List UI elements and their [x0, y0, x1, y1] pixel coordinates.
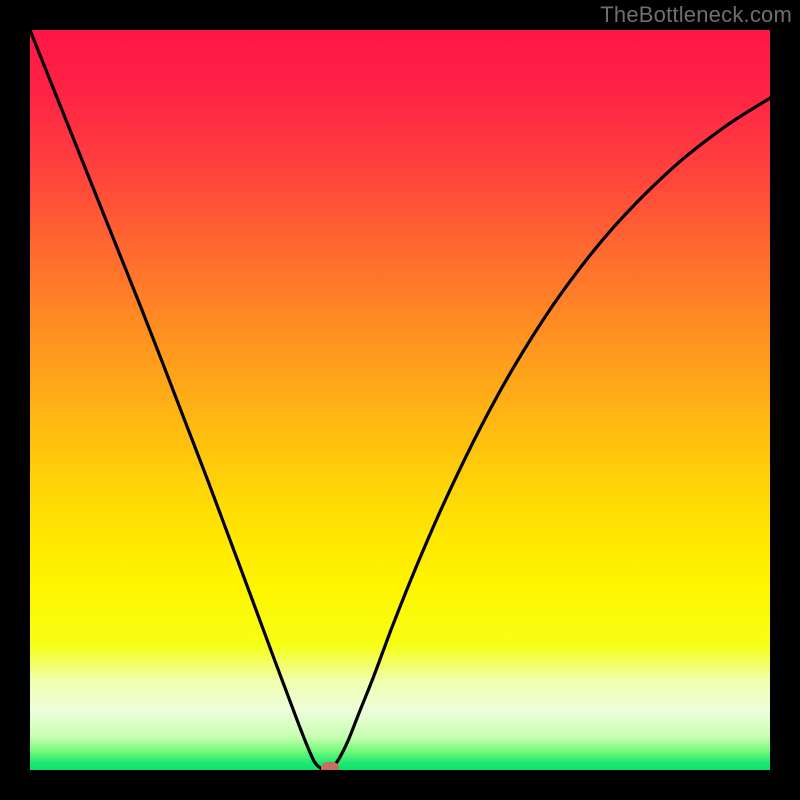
- chart-background-gradient: [30, 30, 770, 770]
- chart-area: [30, 30, 770, 770]
- optimal-point-marker: [321, 762, 339, 770]
- watermark-text: TheBottleneck.com: [600, 2, 792, 28]
